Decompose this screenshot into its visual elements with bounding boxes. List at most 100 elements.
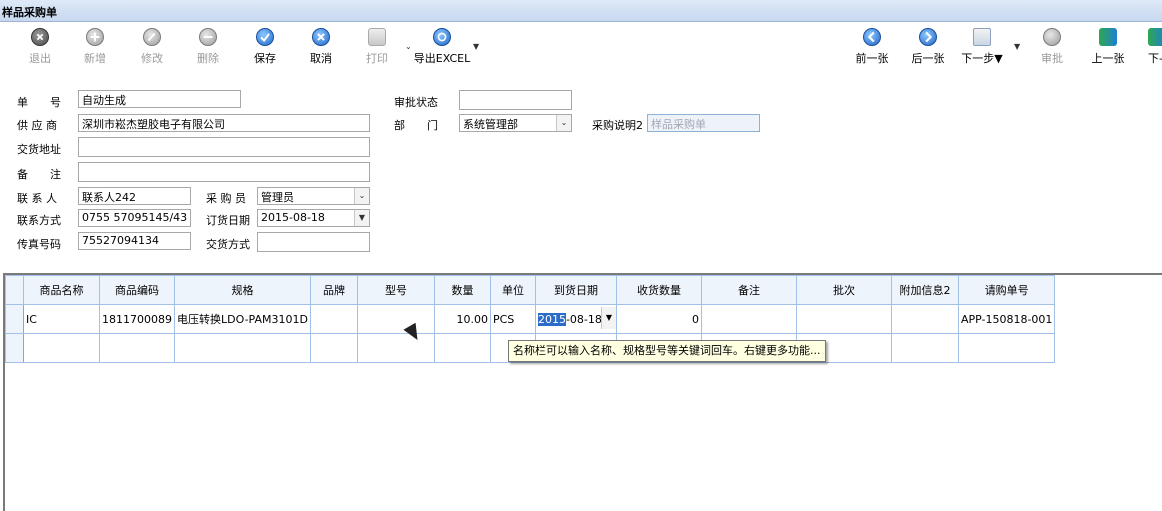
col-header-name[interactable]: 商品名称 [23,275,100,305]
approval-status-field[interactable] [459,90,572,110]
approve-icon [1043,28,1061,46]
delivery-mode-field[interactable] [257,232,370,252]
delivery-address-label: 交货地址 [17,143,61,156]
cell-batch[interactable] [795,304,892,334]
col-header-code[interactable]: 商品编码 [99,275,175,305]
buyer-select[interactable]: 管理员 ⌄ [257,187,370,205]
cell-qty[interactable]: 10.00 [433,304,491,334]
purchase-desc2-label: 采购说明2 [592,119,643,132]
edit-button[interactable]: 修改 [130,28,174,66]
cell-model[interactable] [356,304,435,334]
new-button[interactable]: 新增 [73,28,117,66]
approval-status-label: 审批状态 [394,96,438,109]
swap-arrows-icon [1099,28,1117,46]
cell-spec[interactable]: 电压转换LDO-PAM3101D [174,304,311,334]
cell-empty[interactable] [309,333,358,363]
printer-icon [368,28,386,46]
table-row[interactable]: IC 1811700089 电压转换LDO-PAM3101D 10.00 PCS… [5,304,1056,334]
chevron-down-icon[interactable]: ▼ [354,210,369,226]
col-header-model[interactable]: 型号 [356,275,435,305]
order-header-form: 单 号 自动生成 供 应 商 深圳市崧杰塑胶电子有限公司 交货地址 备 注 联 … [0,70,1162,270]
department-label: 部 门 [394,119,438,132]
phone-field[interactable]: 0755 57095145/43 [78,209,191,227]
delivery-mode-label: 交货方式 [206,238,250,251]
chevron-down-icon[interactable]: ▼ [600,307,616,329]
fax-field[interactable]: 75527094134 [78,232,191,250]
cell-unit[interactable]: PCS [489,304,536,334]
row-indicator[interactable] [5,333,24,363]
col-header-arrival-date[interactable]: 到货日期 [534,275,617,305]
chevron-down-icon[interactable]: ⌄ [556,115,571,131]
order-date-label: 订货日期 [206,214,250,227]
next-step-dropdown-icon[interactable]: ▼ [1014,42,1020,51]
cell-empty[interactable] [890,333,959,363]
arrow-right-icon [919,28,937,46]
cell-arrival-date-editor[interactable]: 2015-08-18 ▼ [534,304,617,334]
cell-empty[interactable] [99,333,175,363]
supplier-field[interactable]: 深圳市崧杰塑胶电子有限公司 [78,114,370,132]
remark-field[interactable] [78,162,370,182]
col-header-received-qty[interactable]: 收货数量 [615,275,702,305]
contact-field[interactable]: 联系人242 [78,187,191,205]
cell-name[interactable]: IC [23,304,100,334]
export-excel-button[interactable]: 导出EXCEL [412,28,472,66]
line-items-grid: 商品名称 商品编码 规格 品牌 型号 数量 单位 到货日期 收货数量 备注 批次… [3,273,1162,511]
cancel-button[interactable]: 取消 [299,28,343,66]
col-header-brand[interactable]: 品牌 [309,275,358,305]
col-header-remark[interactable]: 备注 [700,275,797,305]
cell-requisition-no[interactable]: APP-150818-001 [957,304,1056,334]
chevron-down-icon[interactable]: ⌄ [354,188,369,204]
order-no-field[interactable]: 自动生成 [78,90,241,108]
exit-button[interactable]: 退出 [18,28,62,66]
row-indicator-header [5,275,24,305]
export-dropdown-icon[interactable]: ▼ [473,42,479,51]
close-icon [312,28,330,46]
delivery-address-field[interactable] [78,137,370,157]
delete-button[interactable]: 删除 [186,28,230,66]
supplier-label: 供 应 商 [17,119,57,132]
hint-tooltip: 名称栏可以输入名称、规格型号等关键词回车。右键更多功能... [508,340,826,362]
minus-icon [199,28,217,46]
col-header-extra2[interactable]: 附加信息2 [890,275,959,305]
cell-empty[interactable] [433,333,491,363]
cell-brand[interactable] [309,304,358,334]
next-record-button[interactable]: 后一张 [906,28,950,66]
print-dropdown-icon[interactable]: ⌄ [405,42,412,51]
prev-record-button[interactable]: 前一张 [850,28,894,66]
buyer-label: 采 购 员 [206,192,246,205]
fax-label: 传真号码 [17,238,61,251]
down-record-button[interactable]: 下- [1140,28,1162,66]
approve-button[interactable]: 审批 [1030,28,1074,66]
window-title: 样品采购单 [2,6,57,19]
cell-extra2[interactable] [890,304,959,334]
col-header-requisition-no[interactable]: 请购单号 [957,275,1056,305]
col-header-qty[interactable]: 数量 [433,275,491,305]
title-bar: 样品采购单 [0,0,1162,22]
cell-received-qty[interactable]: 0 [615,304,702,334]
department-select[interactable]: 系统管理部 ⌄ [459,114,572,132]
print-button[interactable]: 打印 [355,28,399,66]
remark-label: 备 注 [17,168,61,181]
col-header-batch[interactable]: 批次 [795,275,892,305]
purchase-desc2-field[interactable]: 样品采购单 [647,114,760,132]
col-header-unit[interactable]: 单位 [489,275,536,305]
contact-label: 联 系 人 [17,192,57,205]
cell-empty[interactable] [356,333,435,363]
order-date-picker[interactable]: 2015-08-18 ▼ [257,209,370,227]
row-indicator[interactable] [5,304,24,334]
cell-empty[interactable] [957,333,1056,363]
document-add-icon [973,28,991,46]
order-no-label: 单 号 [17,96,61,109]
up-record-button[interactable]: 上一张 [1086,28,1130,66]
exit-icon [31,28,49,46]
cell-code[interactable]: 1811700089 [99,304,175,334]
arrow-down-icon [1148,28,1162,46]
cell-empty[interactable] [23,333,100,363]
cell-empty[interactable] [174,333,311,363]
cell-remark[interactable] [700,304,797,334]
next-step-button[interactable]: 下一步▼ [956,28,1008,66]
save-button[interactable]: 保存 [243,28,287,66]
toolbar: 退出 新增 修改 删除 保存 取消 打印 ⌄ 导出EXCEL ▼ 前一张 后一张… [0,22,1162,70]
export-icon [433,28,451,46]
col-header-spec[interactable]: 规格 [174,275,311,305]
